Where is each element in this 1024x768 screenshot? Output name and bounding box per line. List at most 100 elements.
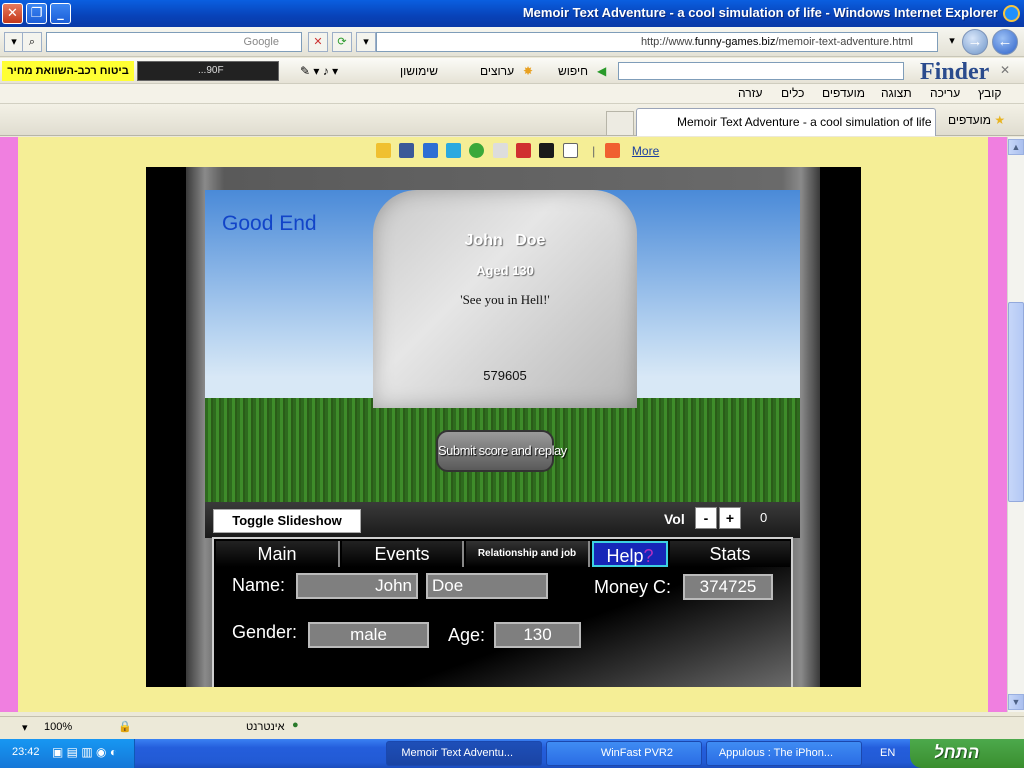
taskbar-button-appulous[interactable]: Appulous : The iPhon... [706,741,862,766]
last-name-field: Doe [426,573,548,599]
security-zone: אינטרנט [246,721,285,733]
taskbar-button-winfast[interactable]: WinFast PVR2 [546,741,702,766]
volume-down-button[interactable]: - [695,507,717,529]
money-label: Money C: [594,577,672,597]
media-player-widget[interactable]: ...90F [137,61,279,81]
zoom-dropdown[interactable]: ▾ [22,721,28,734]
graveyard-scene: John Doe Aged 130 'See you in Hell!' 579… [205,190,800,502]
myspace-icon[interactable] [422,143,438,159]
volume-value: 0 [760,510,768,525]
control-bar: Toggle Slideshow Vol - + 0 [205,502,800,538]
epitaph-age: Aged 130 [476,263,534,278]
delicious-icon[interactable] [539,143,555,159]
share-bar: | More [376,143,659,161]
menu-view[interactable]: תצוגה [881,86,912,100]
scroll-down-arrow[interactable]: ▼ [1008,694,1024,710]
forward-button[interactable]: → [962,29,988,55]
menu-file[interactable]: קובץ [978,86,1001,100]
vertical-scrollbar[interactable]: ▲ ▼ [1007,137,1024,712]
zoom-level[interactable]: 100% [44,721,72,733]
menu-favorites[interactable]: מועדפים [822,86,865,100]
twitter-icon[interactable] [446,143,462,159]
more-plus-icon[interactable] [604,143,620,159]
final-score: 579605 [483,368,527,383]
go-arrow-icon[interactable]: ◀ [597,64,606,78]
refresh-icon[interactable]: ⟳ [332,32,352,52]
tab-row: Memoir Text Adventure - a cool simulatio… [0,104,1024,136]
name-label: Name: [232,575,286,595]
toolbar-item-utility[interactable]: שימושון [400,64,438,78]
globe-icon: ● [292,719,299,731]
menu-tools[interactable]: כלים [781,86,804,100]
toolbar-tools-icon[interactable]: ✎ ▾ ♪ ▾ [300,64,338,78]
system-tray: 23:42 ▣ ▤ ▥ ◉ ◐ [0,739,135,768]
stop-icon[interactable]: ✕ [308,32,328,52]
tab-help-question: ? [643,546,654,566]
back-button[interactable]: ← [992,29,1018,55]
flower-icon: ✸ [523,64,534,78]
close-window-button[interactable]: ✕ [2,3,23,24]
star-icon: ★ [994,113,1006,127]
reddit-icon[interactable] [492,143,508,159]
more-share-link[interactable]: More [632,144,659,158]
facebook-icon[interactable] [399,143,415,159]
finder-logo: Finder [920,59,990,85]
tab-events[interactable]: Events [342,541,464,567]
stumbleupon-icon[interactable] [469,143,485,159]
epitaph-name: John Doe [464,232,546,249]
tab-help[interactable]: Help? [592,541,668,567]
address-dropdown[interactable]: ▾ [356,32,376,52]
money-field: 374725 [683,574,773,600]
url-path: /memoir-text-adventure.html [775,36,913,48]
scroll-thumb[interactable] [1008,302,1024,502]
protected-mode-icon: 🔒 [118,721,132,733]
toolbar: ביטוח רכב-השוואת מחיר ...90F ✎ ▾ ♪ ▾ שימ… [0,58,1024,85]
finder-search-input[interactable] [618,62,904,80]
tab-stats[interactable]: Stats [670,541,790,567]
favorites-button[interactable]: מועדפים ★ [948,113,1005,127]
search-input[interactable]: Google [46,32,302,52]
tab-main[interactable]: Main [216,541,340,567]
address-row: ▾ ⌕ Google ✕ ⟳ ▾ http://www.funny-games.… [0,27,1024,57]
age-field: 130 [494,622,581,648]
toolbar-item-channels[interactable]: ערוצים [480,64,514,78]
toolbar-item-search[interactable]: חיפוש [558,64,588,78]
favorites-label: מועדפים [948,113,991,127]
menu-edit[interactable]: עריכה [930,86,960,100]
left-pink-border [0,137,18,712]
scroll-up-arrow[interactable]: ▲ [1008,139,1024,155]
favorite-share-icon[interactable] [376,143,391,159]
start-button[interactable]: התחל [910,739,1024,768]
toggle-slideshow-button[interactable]: Toggle Slideshow [213,509,361,533]
new-tab-button[interactable] [606,111,634,135]
restore-window-button[interactable]: ❐ [26,3,47,24]
tab-help-label: Help [606,546,644,566]
tray-icons[interactable]: ▣ ▤ ▥ ◉ ◐ [52,745,117,759]
taskbar-button-memoir[interactable]: Memoir Text Adventu... [386,741,542,766]
url-prefix: http://www. [640,36,695,48]
title-bar: ✕ ❐ _ Memoir Text Adventure - a cool sim… [0,0,1024,27]
language-indicator[interactable]: EN [880,747,895,759]
email-icon[interactable] [562,143,578,159]
clock: 23:42 [12,746,40,758]
submit-score-button[interactable]: Submit score and replay [436,430,567,472]
recent-pages-dropdown[interactable]: ▾ [942,32,962,52]
close-toolbar-icon[interactable]: ✕ [1000,63,1010,77]
volume-label: Vol [664,511,685,527]
gender-label: Gender: [232,622,298,642]
tab-active[interactable]: Memoir Text Adventure - a cool simulatio… [636,108,936,136]
search-go-icon[interactable]: ⌕ [22,32,42,52]
gmail-icon[interactable] [516,143,532,159]
tab-relationship-job[interactable]: Relationship and job [466,541,590,567]
epitaph-quote: 'See you in Hell!' [460,292,550,307]
first-name-field: John [296,573,418,599]
insurance-ad-button[interactable]: ביטוח רכב-השוואת מחיר [2,61,134,81]
volume-up-button[interactable]: + [719,507,741,529]
game-area: John Doe Aged 130 'See you in Hell!' 579… [146,167,861,687]
minimize-window-button[interactable]: _ [50,3,71,24]
menu-help[interactable]: עזרה [738,86,763,100]
search-provider-dropdown[interactable]: ▾ [4,32,24,52]
ending-title: Good End [222,212,317,235]
address-input[interactable]: http://www.funny-games.biz/memoir-text-a… [376,32,938,52]
tombstone: John Doe Aged 130 'See you in Hell!' 579… [373,190,637,408]
